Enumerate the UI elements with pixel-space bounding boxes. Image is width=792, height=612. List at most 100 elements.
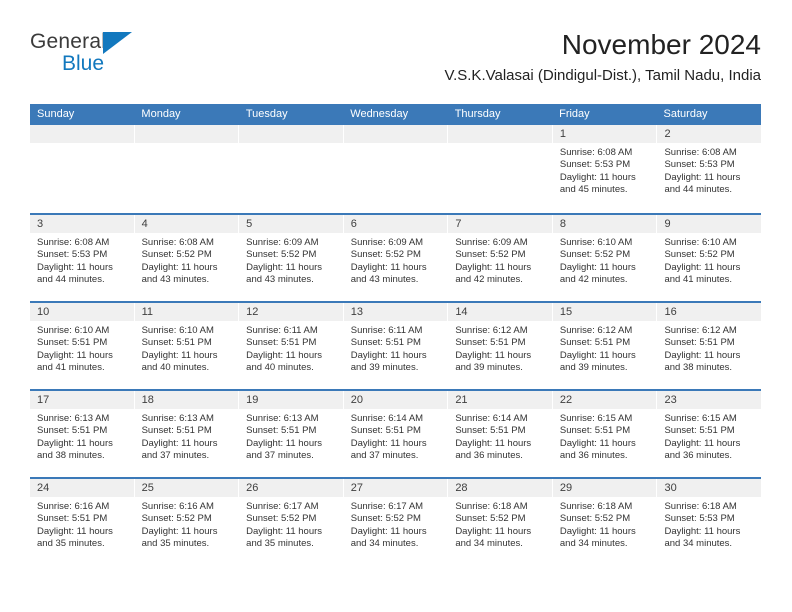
- day-number: 24: [30, 479, 134, 497]
- day-details: Sunrise: 6:17 AM Sunset: 5:52 PM Daylight:…: [344, 497, 448, 550]
- calendar-day-cell[interactable]: 27 Sunrise: 6:17 AM Sunset: 5:52 PM Dayligh…: [343, 479, 449, 565]
- sunrise-text: Sunrise: 6:13 AM: [246, 413, 319, 424]
- calendar-day-cell[interactable]: 30 Sunrise: 6:18 AM Sunset: 5:53 PM Dayligh…: [657, 479, 762, 565]
- day-number: 7: [448, 215, 552, 233]
- day-details: Sunrise: 6:12 AM Sunset: 5:51 PM Daylight:…: [448, 321, 552, 374]
- day-number: 25: [134, 479, 239, 497]
- day-number: [343, 125, 448, 143]
- daylight-text: Daylight: 11 hours and 40 minutes.: [141, 349, 218, 373]
- sunset-text: Sunset: 5:51 PM: [455, 337, 526, 349]
- day-number: 15: [552, 303, 657, 321]
- day-details: Sunrise: 6:11 AM Sunset: 5:51 PM Daylight:…: [239, 321, 343, 374]
- daylight-text: Daylight: 11 hours and 39 minutes.: [559, 349, 636, 373]
- sunset-text: Sunset: 5:52 PM: [664, 249, 735, 261]
- calendar-body: 1 Sunrise: 6:08 AM Sunset: 5:53 PM Daylight…: [30, 125, 762, 565]
- calendar-day-cell[interactable]: 18 Sunrise: 6:13 AM Sunset: 5:51 PM Dayligh…: [134, 391, 240, 477]
- sunset-text: Sunset: 5:51 PM: [37, 513, 108, 525]
- calendar-day-cell[interactable]: 29 Sunrise: 6:18 AM Sunset: 5:52 PM Dayligh…: [552, 479, 658, 565]
- calendar-day-cell[interactable]: 4 Sunrise: 6:08 AM Sunset: 5:52 PM Daylight…: [134, 215, 240, 301]
- day-number: 17: [30, 391, 134, 409]
- calendar-day-cell[interactable]: 9 Sunrise: 6:10 AM Sunset: 5:52 PM Daylight…: [657, 215, 762, 301]
- calendar-day-cell[interactable]: 23 Sunrise: 6:15 AM Sunset: 5:51 PM Dayligh…: [657, 391, 762, 477]
- page-header: General Blue November 2024 V.S.K.Valasai…: [30, 28, 761, 96]
- calendar-day-cell[interactable]: 28 Sunrise: 6:18 AM Sunset: 5:52 PM Dayligh…: [448, 479, 553, 565]
- logo-word-general: General: [30, 30, 107, 53]
- sunset-text: Sunset: 5:53 PM: [559, 159, 631, 171]
- day-details: Sunrise: 6:16 AM Sunset: 5:52 PM Daylight:…: [135, 497, 239, 550]
- day-details: Sunrise: 6:14 AM Sunset: 5:51 PM Daylight:…: [448, 409, 552, 462]
- calendar-day-cell[interactable]: 22 Sunrise: 6:15 AM Sunset: 5:51 PM Dayligh…: [552, 391, 658, 477]
- sunset-text: Sunset: 5:52 PM: [455, 249, 526, 261]
- calendar-day-cell[interactable]: 21 Sunrise: 6:14 AM Sunset: 5:51 PM Dayligh…: [448, 391, 553, 477]
- day-details: Sunrise: 6:18 AM Sunset: 5:52 PM Daylight:…: [448, 497, 552, 550]
- day-number: 5: [239, 215, 343, 233]
- calendar-day-cell[interactable]: 17 Sunrise: 6:13 AM Sunset: 5:51 PM Dayligh…: [30, 391, 135, 477]
- calendar-day-cell[interactable]: 2 Sunrise: 6:08 AM Sunset: 5:53 PM Daylight…: [657, 125, 762, 213]
- daylight-text: Daylight: 11 hours and 37 minutes.: [246, 437, 323, 461]
- day-details: Sunrise: 6:10 AM Sunset: 5:51 PM Daylight:…: [135, 321, 239, 374]
- weekday-header-friday: Friday: [559, 108, 590, 120]
- sunset-text: Sunset: 5:51 PM: [141, 337, 212, 349]
- sunset-text: Sunset: 5:51 PM: [664, 425, 735, 437]
- day-number: 14: [448, 303, 552, 321]
- sunset-text: Sunset: 5:52 PM: [141, 249, 212, 261]
- daylight-text: Daylight: 11 hours and 38 minutes.: [37, 437, 113, 461]
- sunrise-text: Sunrise: 6:11 AM: [350, 325, 423, 336]
- calendar-day-cell[interactable]: 7 Sunrise: 6:09 AM Sunset: 5:52 PM Daylight…: [448, 215, 553, 301]
- calendar-day-cell[interactable]: 11 Sunrise: 6:10 AM Sunset: 5:51 PM Dayligh…: [134, 303, 240, 389]
- calendar-day-cell[interactable]: 25 Sunrise: 6:16 AM Sunset: 5:52 PM Dayligh…: [134, 479, 240, 565]
- day-number: [448, 125, 552, 143]
- day-number: 12: [239, 303, 343, 321]
- calendar-day-cell[interactable]: 15 Sunrise: 6:12 AM Sunset: 5:51 PM Dayligh…: [552, 303, 658, 389]
- calendar-day-cell[interactable]: 6 Sunrise: 6:09 AM Sunset: 5:52 PM Daylight…: [343, 215, 449, 301]
- sunrise-text: Sunrise: 6:08 AM: [664, 147, 737, 158]
- calendar-week-row: 1 Sunrise: 6:08 AM Sunset: 5:53 PM Daylight…: [30, 125, 762, 213]
- day-details: Sunrise: 6:16 AM Sunset: 5:51 PM Daylight:…: [30, 497, 134, 550]
- day-details: Sunrise: 6:08 AM Sunset: 5:53 PM Daylight:…: [657, 143, 761, 196]
- day-details: Sunrise: 6:09 AM Sunset: 5:52 PM Daylight:…: [239, 233, 343, 286]
- calendar-day-cell[interactable]: 24 Sunrise: 6:16 AM Sunset: 5:51 PM Dayligh…: [30, 479, 135, 565]
- calendar-day-cell[interactable]: 20 Sunrise: 6:14 AM Sunset: 5:51 PM Dayligh…: [343, 391, 449, 477]
- sunset-text: Sunset: 5:52 PM: [350, 249, 421, 261]
- day-number: 28: [448, 479, 552, 497]
- daylight-text: Daylight: 11 hours and 39 minutes.: [455, 349, 532, 373]
- daylight-text: Daylight: 11 hours and 34 minutes.: [455, 525, 532, 549]
- calendar-day-cell[interactable]: 16 Sunrise: 6:12 AM Sunset: 5:51 PM Dayligh…: [657, 303, 762, 389]
- sunrise-text: Sunrise: 6:08 AM: [141, 237, 214, 248]
- daylight-text: Daylight: 11 hours and 39 minutes.: [350, 349, 427, 373]
- sunrise-text: Sunrise: 6:14 AM: [455, 413, 528, 424]
- calendar-day-cell-empty: [134, 125, 240, 213]
- calendar-day-cell[interactable]: 1 Sunrise: 6:08 AM Sunset: 5:53 PM Daylight…: [552, 125, 658, 213]
- day-number: 18: [134, 391, 239, 409]
- day-details: Sunrise: 6:10 AM Sunset: 5:52 PM Daylight:…: [553, 233, 657, 286]
- calendar-day-cell[interactable]: 3 Sunrise: 6:08 AM Sunset: 5:53 PM Daylight…: [30, 215, 135, 301]
- weekday-header-wednesday: Wednesday: [350, 108, 409, 120]
- day-details: Sunrise: 6:09 AM Sunset: 5:52 PM Daylight:…: [448, 233, 552, 286]
- calendar-day-cell[interactable]: 14 Sunrise: 6:12 AM Sunset: 5:51 PM Dayligh…: [448, 303, 553, 389]
- calendar-week-row: 17 Sunrise: 6:13 AM Sunset: 5:51 PM Dayligh…: [30, 389, 762, 477]
- sunset-text: Sunset: 5:53 PM: [664, 159, 735, 171]
- calendar-day-cell[interactable]: 10 Sunrise: 6:10 AM Sunset: 5:51 PM Dayligh…: [30, 303, 135, 389]
- general-blue-logo[interactable]: General Blue: [30, 30, 190, 82]
- sunrise-text: Sunrise: 6:08 AM: [559, 147, 633, 158]
- calendar-day-cell[interactable]: 13 Sunrise: 6:11 AM Sunset: 5:51 PM Dayligh…: [343, 303, 449, 389]
- sunrise-text: Sunrise: 6:18 AM: [455, 501, 528, 512]
- daylight-text: Daylight: 11 hours and 44 minutes.: [664, 171, 741, 195]
- calendar-day-cell[interactable]: 8 Sunrise: 6:10 AM Sunset: 5:52 PM Daylight…: [552, 215, 658, 301]
- sunrise-text: Sunrise: 6:10 AM: [559, 237, 633, 248]
- daylight-text: Daylight: 11 hours and 36 minutes.: [559, 437, 636, 461]
- day-number: 19: [239, 391, 343, 409]
- day-details: Sunrise: 6:15 AM Sunset: 5:51 PM Daylight:…: [657, 409, 761, 462]
- day-details: Sunrise: 6:17 AM Sunset: 5:52 PM Daylight:…: [239, 497, 343, 550]
- day-details: Sunrise: 6:12 AM Sunset: 5:51 PM Daylight:…: [657, 321, 761, 374]
- calendar-day-cell-empty: [343, 125, 449, 213]
- calendar-day-cell[interactable]: 12 Sunrise: 6:11 AM Sunset: 5:51 PM Dayligh…: [239, 303, 344, 389]
- calendar-day-cell[interactable]: 19 Sunrise: 6:13 AM Sunset: 5:51 PM Dayligh…: [239, 391, 344, 477]
- calendar-day-cell[interactable]: 5 Sunrise: 6:09 AM Sunset: 5:52 PM Daylight…: [239, 215, 344, 301]
- day-details: Sunrise: 6:15 AM Sunset: 5:51 PM Daylight:…: [553, 409, 657, 462]
- day-number: 26: [239, 479, 343, 497]
- sunrise-text: Sunrise: 6:09 AM: [455, 237, 528, 248]
- sunset-text: Sunset: 5:52 PM: [141, 513, 212, 525]
- sunrise-text: Sunrise: 6:16 AM: [141, 501, 214, 512]
- calendar-day-cell[interactable]: 26 Sunrise: 6:17 AM Sunset: 5:52 PM Dayligh…: [239, 479, 344, 565]
